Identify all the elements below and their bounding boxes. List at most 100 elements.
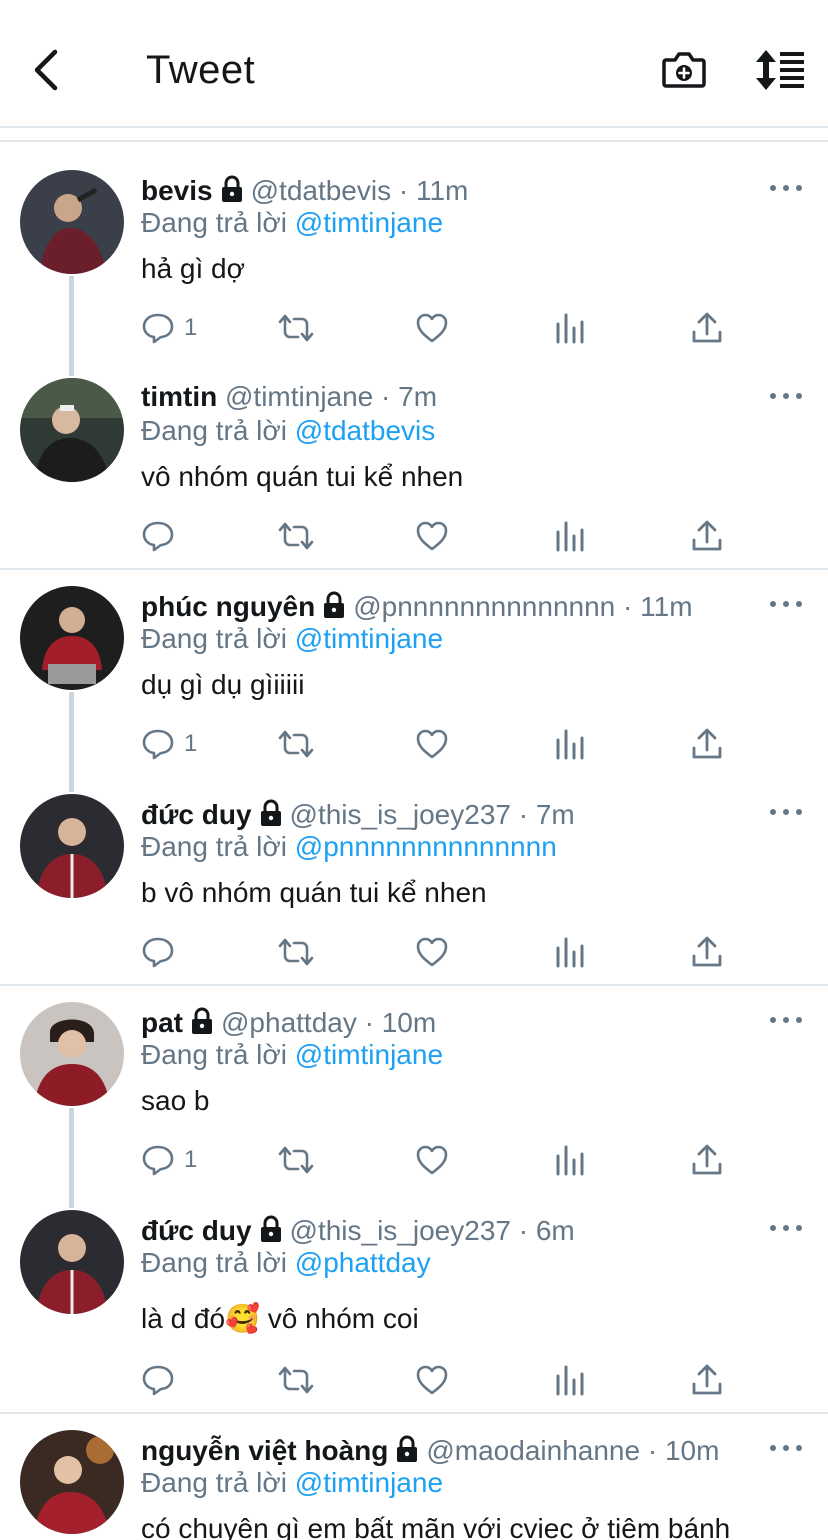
share-button[interactable] (690, 1360, 724, 1400)
camera-button[interactable] (660, 46, 708, 94)
sort-button[interactable] (752, 46, 806, 94)
share-button[interactable] (690, 932, 724, 972)
share-button[interactable] (690, 308, 724, 348)
thread-divider (0, 568, 828, 570)
more-options-button[interactable] (770, 178, 802, 198)
mention-link[interactable]: @timtinjane (295, 1467, 443, 1498)
display-name[interactable]: phúc nguyên (141, 591, 315, 622)
retweet-button[interactable] (276, 1140, 316, 1180)
retweet-button[interactable] (276, 308, 316, 348)
reply-prefix: Đang trả lời (141, 207, 287, 238)
analytics-icon (556, 729, 584, 760)
retweet-icon (278, 314, 314, 342)
retweet-button[interactable] (276, 724, 316, 764)
handle[interactable]: @phattday (221, 1007, 357, 1038)
mention-link[interactable]: @pnnnnnnnnnnnnnn (295, 831, 557, 862)
like-button[interactable] (414, 308, 450, 348)
reply-button[interactable]: 1 (140, 1140, 197, 1180)
mention-link[interactable]: @timtinjane (295, 623, 443, 654)
dot-icon (783, 1017, 789, 1023)
dot-icon (783, 601, 789, 607)
avatar[interactable] (20, 1210, 124, 1314)
more-options-button[interactable] (770, 386, 802, 406)
handle[interactable]: @tdatbevis (251, 175, 392, 206)
dot-icon (796, 393, 802, 399)
handle[interactable]: @this_is_joey237 (290, 799, 511, 830)
heart-icon (416, 1145, 448, 1175)
reply-button[interactable] (140, 932, 184, 972)
retweet-icon (278, 1366, 314, 1394)
analytics-button[interactable] (554, 1140, 586, 1180)
display-name[interactable]: đức duy (141, 799, 252, 830)
reply-icon (142, 729, 174, 760)
reply-button[interactable]: 1 (140, 308, 197, 348)
timestamp: · 11m (623, 591, 693, 622)
thread-line (69, 692, 74, 792)
more-options-button[interactable] (770, 1218, 802, 1238)
tweet-actions (140, 932, 740, 972)
analytics-button[interactable] (554, 724, 586, 764)
handle[interactable]: @pnnnnnnnnnnnnnn (353, 591, 615, 622)
sort-list-icon (756, 50, 804, 90)
mention-link[interactable]: @timtinjane (295, 1039, 443, 1070)
heart-icon (416, 521, 448, 551)
tweet-actions: 1 (140, 308, 740, 348)
retweet-button[interactable] (276, 1360, 316, 1400)
more-options-button[interactable] (770, 594, 802, 614)
display-name[interactable]: bevis (141, 175, 213, 206)
analytics-button[interactable] (554, 1360, 586, 1400)
share-button[interactable] (690, 724, 724, 764)
retweet-button[interactable] (276, 932, 316, 972)
avatar[interactable] (20, 170, 124, 274)
retweet-button[interactable] (276, 516, 316, 556)
reply-button[interactable]: 1 (140, 724, 197, 764)
analytics-icon (556, 1365, 584, 1396)
avatar[interactable] (20, 1430, 124, 1534)
share-button[interactable] (690, 1140, 724, 1180)
display-name[interactable]: timtin (141, 381, 217, 412)
more-options-button[interactable] (770, 1438, 802, 1458)
handle[interactable]: @this_is_joey237 (290, 1215, 511, 1246)
mention-link[interactable]: @timtinjane (295, 207, 443, 238)
like-button[interactable] (414, 1360, 450, 1400)
handle[interactable]: @maodainhanne (426, 1435, 640, 1466)
dot-icon (783, 185, 789, 191)
mention-link[interactable]: @tdatbevis (295, 415, 436, 446)
dot-icon (770, 1225, 776, 1231)
handle[interactable]: @timtinjane (225, 381, 373, 412)
reply-context: Đang trả lời @pnnnnnnnnnnnnnn (141, 830, 557, 864)
thread-line (69, 276, 74, 376)
avatar[interactable] (20, 378, 124, 482)
thread-line (69, 1108, 74, 1208)
tweet-actions: 1 (140, 724, 740, 764)
dot-icon (783, 809, 789, 815)
analytics-button[interactable] (554, 308, 586, 348)
avatar[interactable] (20, 586, 124, 690)
like-button[interactable] (414, 1140, 450, 1180)
display-name[interactable]: nguyễn việt hoàng (141, 1435, 388, 1466)
display-name[interactable]: đức duy (141, 1215, 252, 1246)
share-icon (692, 312, 722, 343)
avatar[interactable] (20, 1002, 124, 1106)
more-options-button[interactable] (770, 1010, 802, 1030)
avatar[interactable] (20, 794, 124, 898)
reply-context: Đang trả lời @phattday (141, 1246, 431, 1280)
share-button[interactable] (690, 516, 724, 556)
display-name[interactable]: pat (141, 1007, 183, 1038)
reply-button[interactable] (140, 1360, 184, 1400)
like-button[interactable] (414, 516, 450, 556)
share-icon (692, 936, 722, 967)
like-button[interactable] (414, 932, 450, 972)
analytics-button[interactable] (554, 932, 586, 972)
reply-context: Đang trả lời @timtinjane (141, 622, 443, 656)
reply-button[interactable] (140, 516, 184, 556)
back-button[interactable] (24, 46, 68, 94)
share-icon (692, 1144, 722, 1175)
timestamp: · 11m (398, 175, 469, 206)
like-button[interactable] (414, 724, 450, 764)
mention-link[interactable]: @phattday (295, 1247, 431, 1278)
reply-count: 1 (184, 1146, 198, 1173)
more-options-button[interactable] (770, 802, 802, 822)
analytics-icon (556, 521, 584, 552)
analytics-button[interactable] (554, 516, 586, 556)
